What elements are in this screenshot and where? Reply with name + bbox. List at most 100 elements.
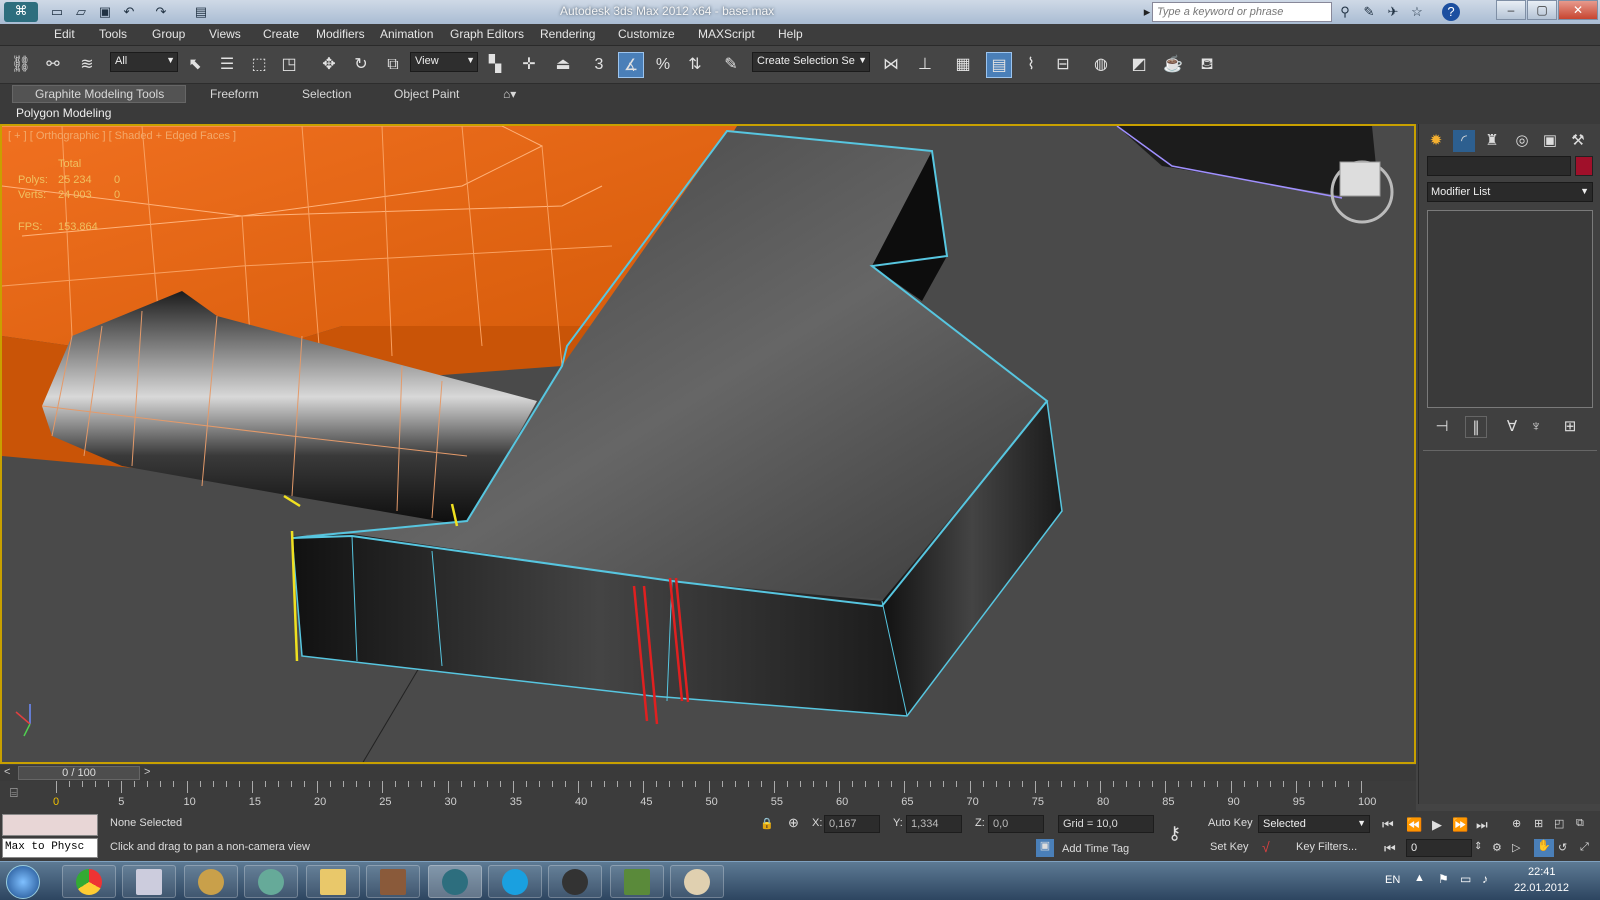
object-color-swatch[interactable] <box>1575 156 1593 176</box>
align-icon[interactable]: ⊥ <box>912 52 938 78</box>
maximize-viewport-icon[interactable]: ⤢ <box>1580 841 1589 854</box>
clock-date[interactable]: 22.01.2012 <box>1514 882 1569 894</box>
menu-create[interactable]: Create <box>263 27 299 41</box>
create-tab-icon[interactable]: ✹ <box>1425 130 1447 152</box>
undo-icon[interactable]: ↶ <box>120 3 138 21</box>
redo-icon[interactable]: ↷ <box>152 3 170 21</box>
maxscript-listener[interactable]: Max to Physc <box>2 838 98 858</box>
close-button[interactable]: ✕ <box>1558 0 1598 20</box>
go-to-start-icon[interactable]: ⏮ <box>1382 817 1394 833</box>
select-and-link-icon[interactable]: ⛓ <box>8 52 34 78</box>
unlink-icon[interactable]: ⚯ <box>40 52 66 78</box>
utilities-tab-icon[interactable]: ⚒ <box>1567 130 1589 152</box>
next-frame-icon[interactable]: ⏩ <box>1452 817 1468 833</box>
display-tab-icon[interactable]: ▣ <box>1539 130 1561 152</box>
percent-snap-icon[interactable]: % <box>650 52 676 78</box>
hierarchy-tab-icon[interactable]: ♜ <box>1481 130 1503 152</box>
time-prev-icon[interactable]: < <box>4 766 10 778</box>
time-configuration-icon[interactable]: ⚙ <box>1492 841 1502 854</box>
configure-modifier-sets-icon[interactable]: ⊞ <box>1559 416 1581 438</box>
tab-selection[interactable]: Selection <box>302 87 351 101</box>
app-menu-button[interactable]: ⌘ <box>4 2 38 22</box>
menu-animation[interactable]: Animation <box>380 27 433 41</box>
auto-key-button[interactable]: Auto Key <box>1208 817 1253 829</box>
start-button[interactable] <box>6 865 40 899</box>
maxscript-listener-top[interactable] <box>2 814 98 836</box>
set-key-icon[interactable]: ⚷ <box>1168 823 1181 844</box>
notes-task[interactable] <box>122 865 176 898</box>
orbit-icon[interactable]: ↺ <box>1558 841 1567 854</box>
recycle-task[interactable] <box>244 865 298 898</box>
3dsmax-task[interactable] <box>428 865 482 898</box>
key-mode-toggle-icon[interactable]: ⏮ <box>1384 841 1396 857</box>
angle-snap-icon[interactable]: ∡ <box>618 52 644 78</box>
select-object-icon[interactable]: ⬉ <box>182 52 208 78</box>
menu-customize[interactable]: Customize <box>618 27 675 41</box>
show-end-result-icon[interactable]: ∥ <box>1465 416 1487 438</box>
zoom-extents-icon[interactable]: ◰ <box>1554 817 1564 830</box>
viewport-label[interactable]: [ + ] [ Orthographic ] [ Shaded + Edged … <box>8 130 236 142</box>
minimize-button[interactable]: – <box>1496 0 1526 20</box>
action-center-icon[interactable]: ⚑ <box>1438 872 1449 886</box>
volume-icon[interactable]: ♪ <box>1482 872 1488 886</box>
edit-named-selection-icon[interactable]: ✎ <box>718 52 744 78</box>
snaps-toggle-icon[interactable]: 3 <box>586 52 612 78</box>
schematic-view-icon[interactable]: ⊟ <box>1050 52 1076 78</box>
pivot-point-icon[interactable]: ▚ <box>482 52 508 78</box>
go-to-end-icon[interactable]: ⏭ <box>1476 817 1488 833</box>
zoom-icon[interactable]: ⊕ <box>1512 817 1521 830</box>
paint-task[interactable] <box>670 865 724 898</box>
y-coordinate-field[interactable]: 1,334 <box>906 815 962 833</box>
select-and-scale-icon[interactable]: ⧉ <box>380 52 406 78</box>
skype-task[interactable] <box>488 865 542 898</box>
absolute-mode-icon[interactable]: ⊕ <box>788 815 799 831</box>
render-production-icon[interactable]: ⛾ <box>1194 52 1220 78</box>
spinner-snap-icon[interactable]: ⇅ <box>682 52 708 78</box>
window-crossing-icon[interactable]: ◳ <box>276 52 302 78</box>
object-name-field[interactable] <box>1427 156 1571 176</box>
network-icon[interactable]: ▭ <box>1460 872 1471 886</box>
remove-modifier-icon[interactable]: ♆ <box>1525 416 1547 438</box>
time-tag-icon[interactable]: ▣ <box>1036 839 1054 857</box>
rendered-frame-icon[interactable]: ☕ <box>1160 52 1186 78</box>
layer-manager-icon[interactable]: ▦ <box>950 52 976 78</box>
menu-tools[interactable]: Tools <box>99 27 127 41</box>
help-icon[interactable]: ? <box>1442 3 1460 21</box>
language-indicator[interactable]: EN <box>1385 874 1400 886</box>
select-by-name-icon[interactable]: ☰ <box>214 52 240 78</box>
save-icon[interactable]: ▣ <box>96 3 114 21</box>
material-editor-icon[interactable]: ◍ <box>1088 52 1114 78</box>
menu-views[interactable]: Views <box>209 27 241 41</box>
chrome-task[interactable] <box>62 865 116 898</box>
key-filters-button[interactable]: Key Filters... <box>1296 841 1357 853</box>
menu-edit[interactable]: Edit <box>54 27 75 41</box>
new-file-icon[interactable]: ▭ <box>48 3 66 21</box>
motion-tab-icon[interactable]: ◎ <box>1511 130 1533 152</box>
tab-freeform[interactable]: Freeform <box>210 87 259 101</box>
game-task[interactable] <box>366 865 420 898</box>
rectangular-selection-icon[interactable]: ⬚ <box>246 52 272 78</box>
clock-time[interactable]: 22:41 <box>1528 866 1556 878</box>
explorer-task[interactable] <box>306 865 360 898</box>
menu-help[interactable]: Help <box>778 27 803 41</box>
pin-stack-icon[interactable]: ⊣ <box>1431 416 1453 438</box>
track-bar[interactable]: ⌸ 0 5 10 15 20 25 30 35 40 45 50 55 60 65 70 75 80 85 90 95… <box>0 781 1416 811</box>
menu-modifiers[interactable]: Modifiers <box>316 27 365 41</box>
menu-maxscript[interactable]: MAXScript <box>698 27 755 41</box>
previous-frame-icon[interactable]: ⏪ <box>1406 817 1422 833</box>
bind-space-warp-icon[interactable]: ≋ <box>74 52 100 78</box>
current-frame-field[interactable]: 0 <box>1406 839 1472 857</box>
keyboard-shortcut-override-icon[interactable]: ⏏ <box>550 52 576 78</box>
ribbon-options-icon[interactable]: ⌂▾ <box>503 87 516 101</box>
selection-filter-dropdown[interactable]: All ▼ <box>110 52 178 72</box>
open-file-icon[interactable]: ▱ <box>72 3 90 21</box>
maximize-button[interactable]: ▢ <box>1527 0 1557 20</box>
select-and-move-icon[interactable]: ✥ <box>316 52 342 78</box>
chess-task[interactable] <box>184 865 238 898</box>
modifier-stack[interactable] <box>1427 210 1593 408</box>
mini-curve-editor-icon[interactable]: ⌸ <box>10 785 18 801</box>
x-coordinate-field[interactable]: 0,167 <box>824 815 880 833</box>
panel-polygon-modeling[interactable]: Polygon Modeling <box>16 106 111 120</box>
lock-selection-icon[interactable]: 🔒 <box>760 817 774 830</box>
key-curve-icon[interactable]: √ <box>1262 839 1270 855</box>
